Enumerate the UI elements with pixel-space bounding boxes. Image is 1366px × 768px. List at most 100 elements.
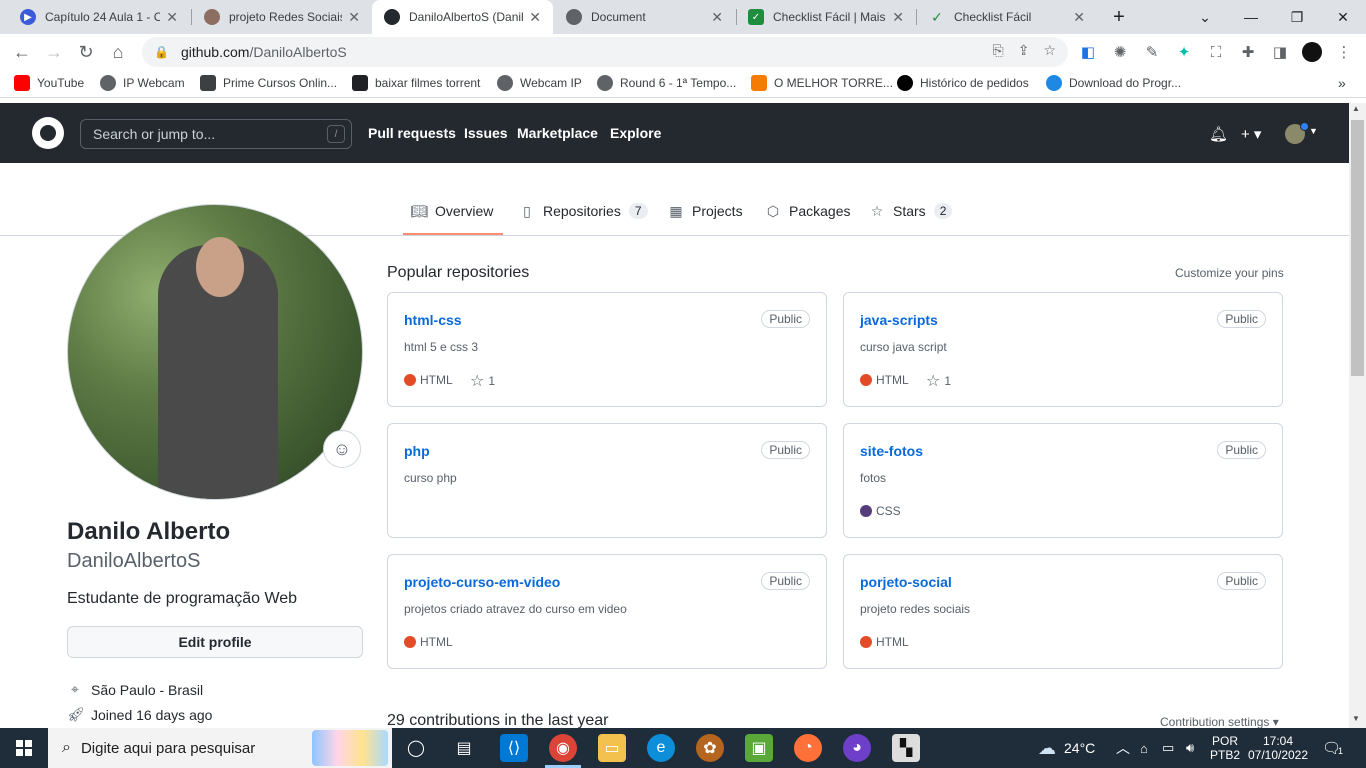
nav-issues[interactable]: Issues bbox=[464, 103, 508, 163]
extension-icon[interactable]: ◧ bbox=[1078, 42, 1098, 62]
home-icon[interactable]: ⌂ bbox=[104, 38, 132, 66]
lock-icon[interactable]: 🔒 bbox=[154, 45, 169, 59]
nav-pull-requests[interactable]: Pull requests bbox=[368, 103, 456, 163]
smiley-status-icon[interactable]: ☺ bbox=[323, 430, 361, 468]
bookmark-item[interactable]: Webcam IP bbox=[497, 75, 582, 91]
browser-tab[interactable]: projeto Redes Sociais ✕ bbox=[192, 0, 372, 34]
vscode-icon[interactable]: ⟨⟩ bbox=[500, 734, 528, 762]
volume-icon[interactable]: 🔊︎ bbox=[1186, 728, 1194, 768]
share-icon[interactable]: ⇪ bbox=[1018, 42, 1030, 59]
tab-projects[interactable]: ▦ Projects bbox=[668, 200, 742, 222]
repo-stars-link[interactable]: ☆ 1 bbox=[470, 371, 495, 391]
repo-language: HTML bbox=[404, 635, 453, 649]
reload-icon[interactable]: ↻ bbox=[72, 38, 100, 66]
bookmark-item[interactable]: IP Webcam bbox=[100, 75, 185, 91]
search-input[interactable]: Search or jump to... / bbox=[80, 119, 352, 149]
windows-start-button[interactable] bbox=[0, 728, 48, 768]
app-icon[interactable]: ✿ bbox=[696, 734, 724, 762]
bookmark-item[interactable]: YouTube bbox=[14, 75, 84, 91]
tab-repositories[interactable]: ▯ Repositories 7 bbox=[519, 200, 648, 222]
github-logo-icon[interactable] bbox=[32, 117, 64, 149]
scrollbar-thumb[interactable] bbox=[1351, 120, 1364, 376]
cortana-icon[interactable]: ◯ bbox=[402, 734, 430, 762]
repo-name-link[interactable]: site-fotos bbox=[860, 443, 923, 459]
browser-tab-active[interactable]: DaniloAlbertoS (Danilo ✕ bbox=[372, 0, 553, 34]
site-icon bbox=[352, 75, 368, 91]
browser-tab[interactable]: Document ✕ bbox=[554, 0, 735, 34]
show-hidden-icons-icon[interactable]: ︿ bbox=[1116, 728, 1130, 768]
close-tab-icon[interactable]: ✕ bbox=[348, 9, 360, 26]
notifications-bell-icon[interactable]: 🔔︎ bbox=[1209, 125, 1228, 143]
create-new-icon[interactable]: + ▾ bbox=[1241, 125, 1261, 143]
profile-photo[interactable] bbox=[67, 204, 363, 500]
address-bar[interactable]: 🔒 github.com/DaniloAlbertoS ⎘ ⇪ ☆ bbox=[142, 37, 1068, 67]
extension-icon[interactable]: ✎ bbox=[1142, 42, 1162, 62]
bookmark-item[interactable]: O MELHOR TORRE... bbox=[751, 75, 893, 91]
file-explorer-icon[interactable]: ▭ bbox=[598, 734, 626, 762]
edge-icon[interactable]: e bbox=[647, 734, 675, 762]
minimize-icon[interactable]: — bbox=[1228, 0, 1274, 34]
side-panel-icon[interactable]: ◨ bbox=[1270, 42, 1290, 62]
close-tab-icon[interactable]: ✕ bbox=[711, 9, 723, 26]
scroll-up-icon[interactable]: ▲ bbox=[1352, 104, 1360, 113]
network-icon[interactable]: ⌂ bbox=[1140, 728, 1148, 768]
translate-icon[interactable]: ⎘ bbox=[993, 42, 1004, 59]
tab-packages[interactable]: ⬡ Packages bbox=[765, 200, 851, 222]
restore-icon[interactable]: ❐ bbox=[1274, 0, 1320, 34]
language-indicator[interactable]: POR PTB2 bbox=[1210, 728, 1240, 768]
edit-profile-button[interactable]: Edit profile bbox=[67, 626, 363, 658]
scroll-down-icon[interactable]: ▼ bbox=[1352, 714, 1360, 723]
chrome-icon[interactable]: ◉ bbox=[549, 734, 577, 762]
close-window-icon[interactable]: ✕ bbox=[1320, 0, 1366, 34]
bookmark-item[interactable]: Histórico de pedidos bbox=[897, 75, 1029, 91]
tab-search-icon[interactable]: ⌄ bbox=[1182, 0, 1228, 34]
forward-arrow-icon[interactable]: → bbox=[40, 38, 68, 66]
back-arrow-icon[interactable]: ← bbox=[8, 38, 36, 66]
github-desktop-icon[interactable]: ◕ bbox=[843, 734, 871, 762]
repo-name-link[interactable]: porjeto-social bbox=[860, 574, 952, 590]
taskbar-search-input[interactable]: ⌕ Digite aqui para pesquisar bbox=[48, 728, 392, 768]
repo-name-link[interactable]: html-css bbox=[404, 312, 462, 328]
repo-name-link[interactable]: java-scripts bbox=[860, 312, 938, 328]
bookmark-star-icon[interactable]: ☆ bbox=[1043, 42, 1056, 59]
contribution-settings-dropdown[interactable]: Contribution settings ▾ bbox=[1160, 715, 1279, 729]
close-tab-icon[interactable]: ✕ bbox=[1073, 9, 1085, 26]
minecraft-icon[interactable]: ▣ bbox=[745, 734, 773, 762]
bookmark-item[interactable]: Round 6 - 1ª Tempo... bbox=[597, 75, 736, 91]
browser-tab[interactable]: ▶ Capítulo 24 Aula 1 - Cur ✕ bbox=[8, 0, 190, 34]
extension-icon[interactable]: ✺ bbox=[1110, 42, 1130, 62]
close-tab-icon[interactable]: ✕ bbox=[166, 9, 178, 26]
repo-stars-link[interactable]: ☆ 1 bbox=[926, 371, 951, 391]
weather-widget[interactable]: ☁ 24°C bbox=[1038, 728, 1095, 768]
task-view-icon[interactable]: ▤ bbox=[450, 734, 478, 762]
close-tab-icon[interactable]: ✕ bbox=[529, 9, 541, 26]
firefox-icon[interactable]: ◔ bbox=[794, 734, 822, 762]
new-tab-icon[interactable]: + bbox=[1096, 0, 1142, 34]
battery-icon[interactable]: ▭ bbox=[1162, 728, 1174, 768]
screen-capture-icon[interactable]: ⛶ bbox=[1206, 42, 1226, 62]
bookmark-item[interactable]: baixar filmes torrent bbox=[352, 75, 480, 91]
extension-icon[interactable]: ✦ bbox=[1174, 42, 1194, 62]
more-menu-icon[interactable]: ⋮ bbox=[1334, 42, 1354, 62]
tab-count: 2 bbox=[933, 203, 953, 219]
nav-marketplace[interactable]: Marketplace bbox=[517, 103, 598, 163]
profile-avatar[interactable] bbox=[1302, 42, 1322, 62]
repo-name-link[interactable]: php bbox=[404, 443, 430, 459]
tab-overview[interactable]: 📖︎ Overview bbox=[410, 200, 493, 222]
chevron-down-icon[interactable]: ▼ bbox=[1309, 126, 1318, 136]
browser-tab[interactable]: ✓ Checklist Fácil | Mais e ✕ bbox=[736, 0, 916, 34]
app-icon[interactable]: ▚ bbox=[892, 734, 920, 762]
nav-explore[interactable]: Explore bbox=[610, 103, 661, 163]
bookmarks-overflow-icon[interactable]: » bbox=[1338, 75, 1346, 91]
repo-name-link[interactable]: projeto-curso-em-video bbox=[404, 574, 560, 590]
clock[interactable]: 17:04 07/10/2022 bbox=[1248, 728, 1308, 768]
tab-stars[interactable]: ☆ Stars 2 bbox=[869, 200, 953, 222]
close-tab-icon[interactable]: ✕ bbox=[892, 9, 904, 26]
customize-pins-link[interactable]: Customize your pins bbox=[1175, 266, 1284, 280]
bookmark-item[interactable]: Prime Cursos Onlin... bbox=[200, 75, 337, 91]
browser-tab[interactable]: ✓ Checklist Fácil ✕ bbox=[917, 0, 1097, 34]
repo-card: site-fotos Public fotos CSS bbox=[843, 423, 1283, 538]
bookmark-item[interactable]: Download do Progr... bbox=[1046, 75, 1181, 91]
puzzle-icon[interactable]: ✚ bbox=[1238, 42, 1258, 62]
repo-language: HTML bbox=[404, 373, 453, 387]
